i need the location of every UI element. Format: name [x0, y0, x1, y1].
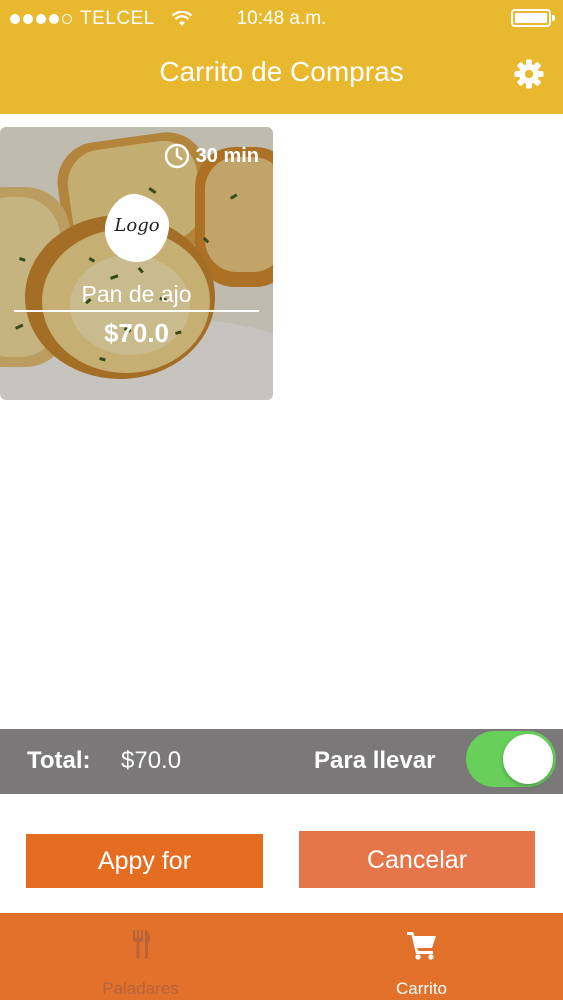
tab-carrito[interactable]: Carrito — [281, 913, 562, 1000]
takeaway-toggle[interactable] — [466, 731, 556, 787]
tab-paladares[interactable]: Paladares — [0, 913, 281, 1000]
total-value: $70.0 — [121, 747, 182, 774]
fork-knife-icon — [132, 930, 150, 959]
logo-text: Logo — [114, 215, 160, 236]
prep-time: 30 min — [164, 143, 259, 169]
page-title: Carrito de Compras — [159, 56, 404, 87]
app-header: TELCEL 10:48 a.m. Carrito de Compras — [0, 0, 563, 114]
gear-icon[interactable] — [513, 58, 545, 90]
status-time: 10:48 a.m. — [236, 8, 327, 29]
status-bar: TELCEL 10:48 a.m. — [0, 0, 563, 36]
prep-time-value: 30 min — [195, 144, 259, 167]
takeaway-label: Para llevar — [314, 747, 436, 774]
apply-button[interactable]: Appy for — [26, 834, 263, 888]
total-label: Total: — [27, 747, 91, 774]
item-price: $70.0 — [103, 318, 170, 348]
cart-icon — [406, 932, 436, 960]
tab-bar: Paladares Carrito — [0, 913, 563, 1000]
battery-icon — [511, 9, 555, 27]
item-divider — [14, 310, 259, 312]
clock-icon — [164, 143, 189, 169]
tab-label-carrito: Carrito — [395, 979, 447, 998]
item-name: Pan de ajo — [81, 281, 192, 307]
cancel-button[interactable]: Cancelar — [299, 831, 535, 888]
tab-label-paladares: Paladares — [102, 979, 179, 998]
toggle-knob — [503, 734, 553, 784]
